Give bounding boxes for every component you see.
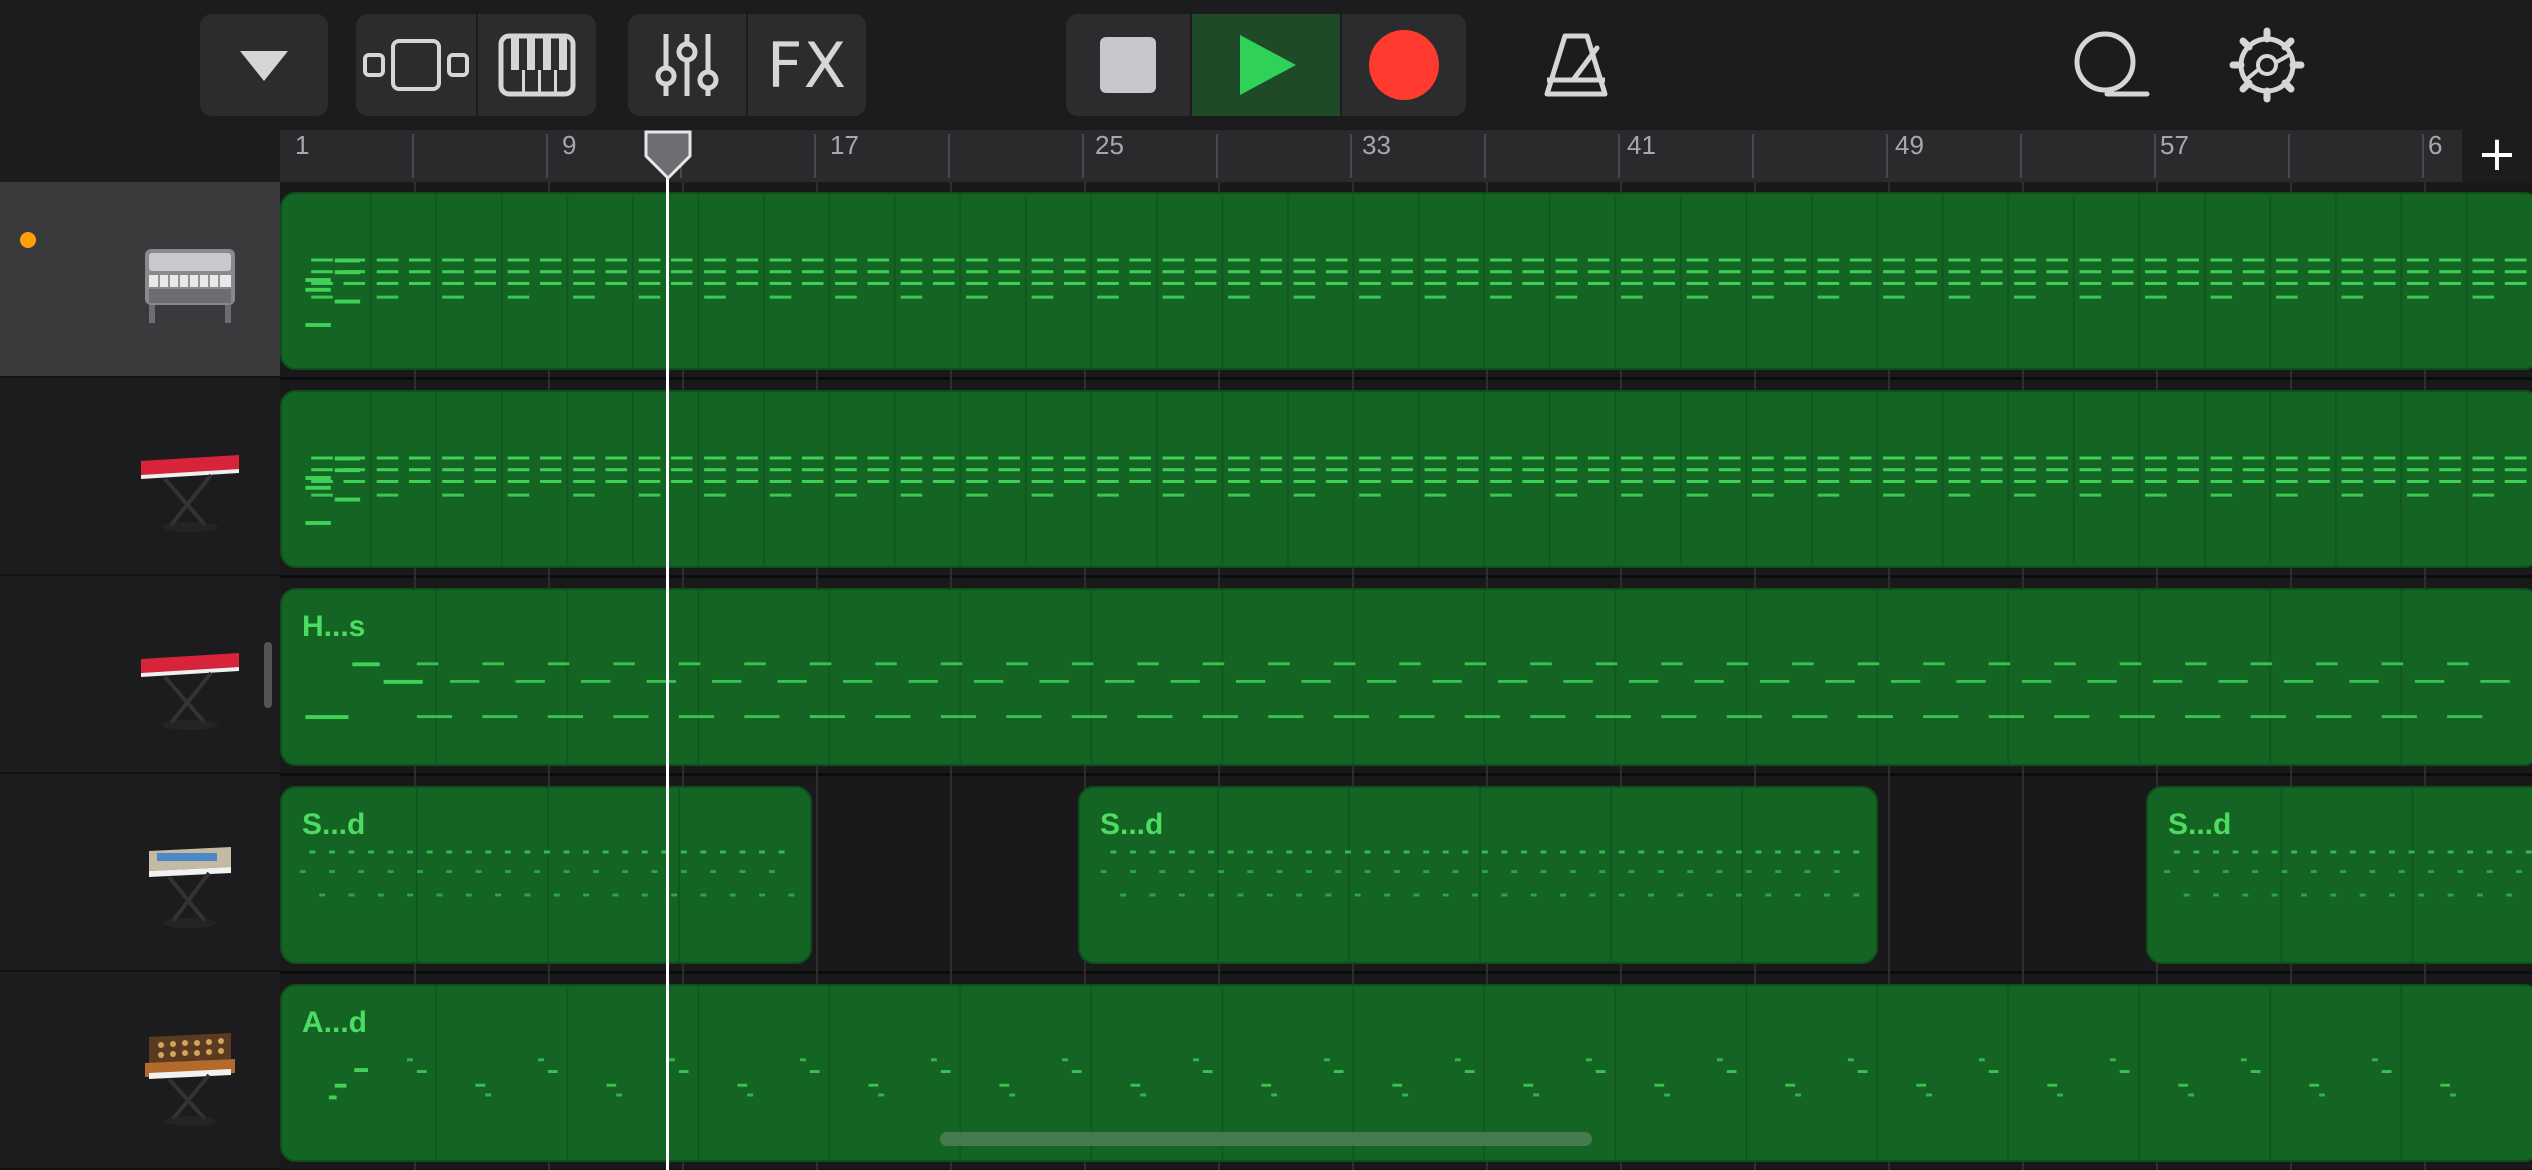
ruler-marker: 57	[2160, 130, 2189, 160]
ruler-tick	[1752, 134, 1754, 178]
fx-button[interactable]: FX	[746, 14, 866, 116]
loop-icon	[2074, 31, 2150, 97]
synth-keyboard-icon	[149, 847, 231, 928]
midi-region[interactable]: S...d	[1078, 786, 1878, 964]
track-header-2[interactable]	[0, 380, 280, 576]
mix-group: FX	[628, 14, 866, 116]
ruler-tick	[2154, 134, 2156, 178]
stop-button[interactable]	[1066, 14, 1190, 116]
browser-dropdown-button[interactable]	[200, 14, 328, 116]
add-section-button[interactable]: +	[2462, 130, 2532, 182]
view-group	[356, 14, 596, 116]
ruler-tick	[546, 134, 548, 178]
stage-keyboard-icon	[141, 653, 239, 730]
horizontal-scroll-indicator[interactable]	[940, 1132, 1592, 1146]
region-label: A...d	[302, 1006, 367, 1039]
play-icon	[1240, 35, 1296, 95]
ruler-tick	[1484, 134, 1486, 178]
ruler-marker: 33	[1362, 130, 1391, 160]
control-bar: FX	[0, 0, 2532, 130]
ruler-marker: 49	[1895, 130, 1924, 160]
midi-region[interactable]: S...d	[280, 786, 812, 964]
electric-piano-icon	[145, 249, 235, 323]
track-header-5[interactable]	[0, 974, 280, 1170]
browser-group	[200, 14, 328, 116]
stop-icon	[1100, 37, 1156, 93]
ruler-spacer	[0, 130, 280, 182]
playhead-handle[interactable]	[642, 130, 694, 182]
region-notes	[305, 194, 2527, 368]
analog-synth-icon	[145, 1033, 235, 1126]
fx-label: FX	[766, 28, 848, 102]
play-button[interactable]	[1190, 14, 1340, 116]
region-label: S...d	[302, 808, 366, 841]
ruler-tick	[814, 134, 816, 178]
region-label: S...d	[1100, 808, 1164, 841]
ruler-tick	[2020, 134, 2022, 178]
tracks-area[interactable]: H...s S...d S...d S...d A...d	[280, 182, 2532, 1170]
region-label: S...d	[2168, 808, 2232, 841]
metronome-icon	[1544, 33, 1608, 97]
midi-region[interactable]	[280, 192, 2532, 370]
record-icon	[1369, 30, 1439, 100]
ruler-tick	[948, 134, 950, 178]
region-notes	[305, 392, 2527, 566]
gear-icon	[2229, 27, 2305, 103]
settings-button[interactable]	[2222, 14, 2312, 116]
stage-keyboard-icon	[141, 455, 239, 532]
ruler-marker: 25	[1095, 130, 1124, 160]
ruler-marker: 41	[1627, 130, 1656, 160]
midi-region[interactable]: S...d	[2146, 786, 2532, 964]
tracks-view-button[interactable]	[356, 14, 476, 116]
midi-region[interactable]	[280, 390, 2532, 568]
tracks-view-icon	[363, 39, 469, 91]
chevron-down-icon	[240, 51, 288, 81]
ruler-tick	[1082, 134, 1084, 178]
ruler-tick	[412, 134, 414, 178]
mixer-button[interactable]	[628, 14, 746, 116]
piano-keys-icon	[498, 33, 576, 97]
track-header-3[interactable]	[0, 578, 280, 774]
record-button[interactable]	[1340, 14, 1466, 116]
track-header-4[interactable]	[0, 776, 280, 972]
ruler-marker: 9	[562, 130, 577, 160]
ruler-marker: 6	[2428, 130, 2443, 160]
transport-group	[1066, 14, 1466, 116]
region-notes	[1100, 788, 1860, 962]
track-list-scroll-indicator[interactable]	[264, 642, 272, 708]
ruler-tick	[2288, 134, 2290, 178]
track-headers	[0, 182, 280, 1170]
ruler-tick	[1350, 134, 1352, 178]
midi-region[interactable]: H...s	[280, 588, 2532, 766]
ruler-tick	[1886, 134, 1888, 178]
record-enable-indicator[interactable]	[20, 232, 36, 248]
ruler-marker: 1	[295, 130, 310, 160]
loop-browser-button[interactable]	[2064, 14, 2154, 116]
region-label: H...s	[302, 610, 366, 643]
track-header-1[interactable]	[0, 182, 280, 378]
mixer-sliders-icon	[655, 34, 719, 96]
metronome-button[interactable]	[1536, 14, 1616, 116]
ruler-marker: 17	[830, 130, 859, 160]
playhead-line	[666, 140, 669, 1170]
ruler-tick	[1216, 134, 1218, 178]
region-notes	[305, 590, 2510, 764]
ruler-tick	[1618, 134, 1620, 178]
keyboard-button[interactable]	[476, 14, 596, 116]
ruler-tick	[2422, 134, 2424, 178]
timeline-ruler[interactable]: 1 9 17 25 33 41 49 57 6	[280, 130, 2532, 182]
